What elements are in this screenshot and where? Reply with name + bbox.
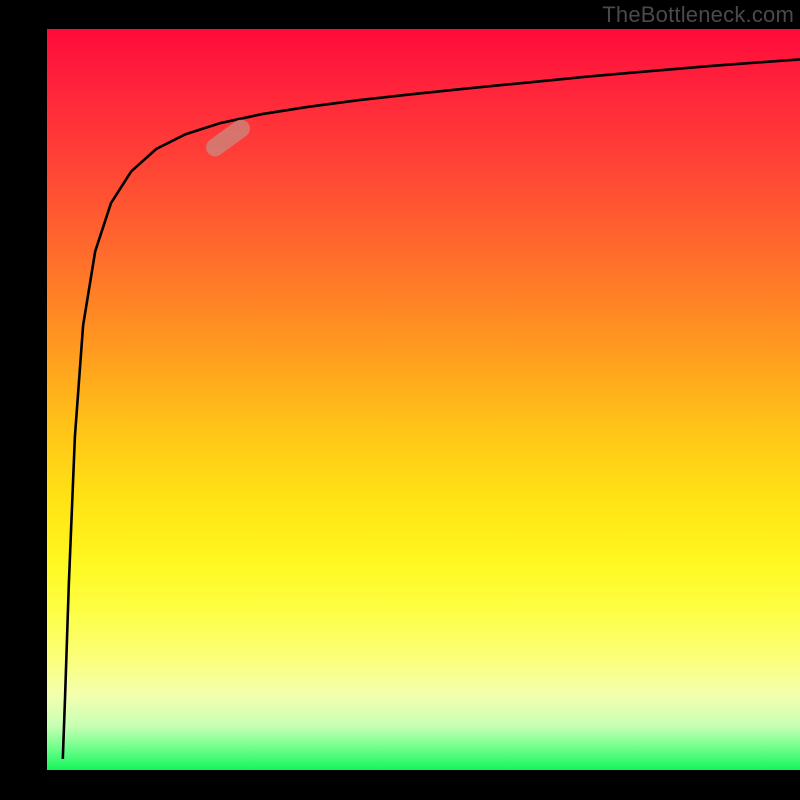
plot-area (47, 29, 800, 770)
curve-path (63, 59, 800, 759)
watermark-text: TheBottleneck.com (602, 2, 794, 28)
chart-root: TheBottleneck.com (0, 0, 800, 800)
bottleneck-curve (47, 29, 800, 770)
